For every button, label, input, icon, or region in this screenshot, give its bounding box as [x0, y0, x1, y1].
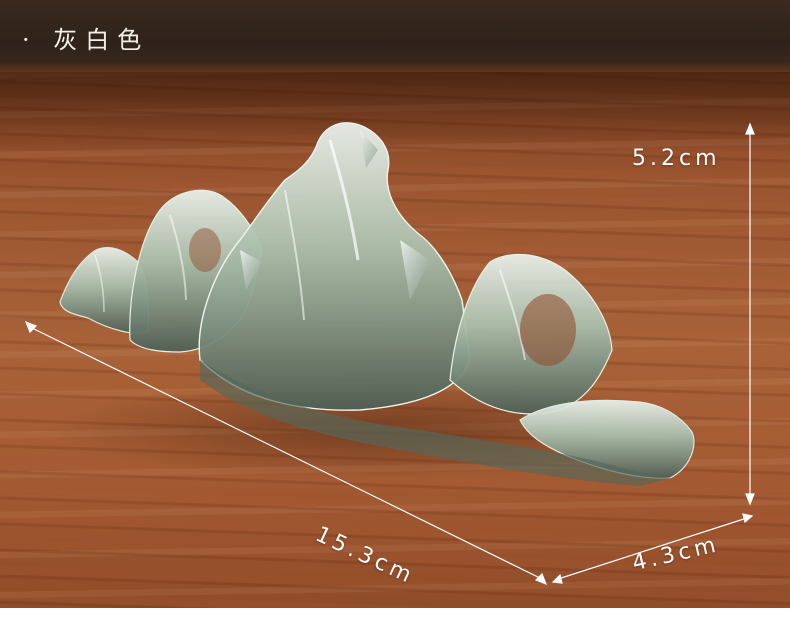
- height-guide: [745, 122, 755, 506]
- product-photo-overlay: [24, 122, 755, 586]
- height-dimension-label: 5.2cm: [632, 146, 721, 171]
- bottom-border: [0, 608, 790, 618]
